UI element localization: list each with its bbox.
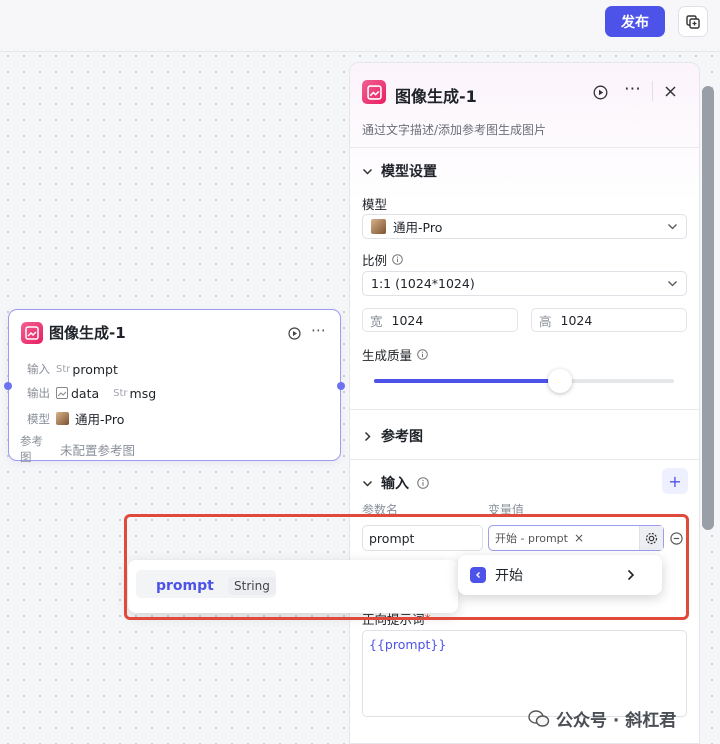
model-avatar-icon <box>371 219 386 234</box>
add-input-button[interactable]: + <box>662 468 688 494</box>
section-label: 输入 <box>381 476 409 492</box>
watermark-text: 公众号 · 斜杠君 <box>556 711 677 731</box>
more-icon[interactable]: ⋯ <box>311 321 326 339</box>
source-node-label: 开始 <box>495 568 523 584</box>
chevron-down-icon <box>362 168 373 175</box>
top-toolbar: 发布 <box>0 0 720 52</box>
model-select[interactable]: 通用-Pro <box>362 214 687 239</box>
section-label: 参考图 <box>381 429 423 445</box>
section-label: 模型设置 <box>381 164 437 180</box>
input-value: prompt <box>72 361 118 377</box>
output-label: 输出 <box>27 386 50 400</box>
slider-thumb[interactable] <box>548 369 572 393</box>
model-label: 模型 <box>27 411 50 426</box>
clear-icon[interactable]: × <box>574 531 584 545</box>
str-type-tag: Str <box>56 363 71 375</box>
image-type-icon <box>56 387 68 399</box>
input-section[interactable]: 输入 <box>362 473 429 493</box>
var-settings-button[interactable] <box>639 526 663 550</box>
model-select-value: 通用-Pro <box>393 220 443 235</box>
output-data: data <box>71 385 100 401</box>
var-value-input[interactable]: 开始 - prompt × <box>488 525 664 551</box>
image-gen-icon <box>21 322 43 344</box>
node-output-row: 输出 data Str msg <box>20 385 156 401</box>
var-ref-tag: 开始 - prompt <box>495 532 568 545</box>
model-value: 通用-Pro <box>75 412 125 427</box>
variable-type-badge: String <box>228 577 276 595</box>
model-field-label: 模型 <box>362 197 388 212</box>
source-node-option[interactable]: 开始 <box>458 555 662 595</box>
input-handle[interactable] <box>4 382 12 390</box>
model-settings-section[interactable]: 模型设置 <box>362 161 437 181</box>
ref-value: 未配置参考图 <box>60 442 136 458</box>
output-handle[interactable] <box>337 382 345 390</box>
height-label: 高 <box>539 313 552 329</box>
close-icon[interactable] <box>665 86 676 97</box>
str-type-tag: Str <box>113 387 128 399</box>
node-config-panel: 图像生成-1 ⋯ 通过文字描述/添加参考图生成图片 模型设置 模型 通用-Pro… <box>349 62 700 744</box>
panel-scrollbar[interactable] <box>702 86 714 530</box>
width-value: 1024 <box>391 312 424 328</box>
chevron-right-icon <box>627 569 635 581</box>
ratio-select[interactable]: 1:1 (1024*1024) <box>362 271 687 296</box>
run-icon[interactable] <box>593 85 608 100</box>
param-name-input[interactable]: prompt <box>362 525 483 551</box>
divider <box>350 459 699 460</box>
info-icon[interactable] <box>392 254 403 265</box>
model-avatar-icon <box>56 412 69 425</box>
publish-button[interactable]: 发布 <box>605 6 665 37</box>
chevron-down-icon <box>362 480 373 487</box>
var-value-header: 变量值 <box>488 503 525 517</box>
width-label: 宽 <box>370 313 383 329</box>
output-msg: msg <box>129 385 157 401</box>
height-value: 1024 <box>560 312 593 328</box>
variable-name: prompt <box>156 578 214 594</box>
node-input-row: 输入 Str prompt <box>20 361 118 377</box>
prompt-textarea[interactable]: {{prompt}} <box>362 630 687 717</box>
ratio-select-value: 1:1 (1024*1024) <box>371 276 475 291</box>
reference-section[interactable]: 参考图 <box>362 426 423 446</box>
info-icon[interactable] <box>417 477 429 489</box>
input-label: 输入 <box>27 362 50 376</box>
node-ref-row: 参考图 未配置参考图 <box>20 433 135 465</box>
image-gen-node[interactable]: 图像生成-1 ⋯ 输入 Str prompt 输出 data Str msg 模… <box>4 309 345 464</box>
width-field[interactable]: 宽 1024 <box>362 308 518 332</box>
divider <box>350 147 699 148</box>
gear-icon <box>645 532 658 544</box>
header-divider <box>652 81 653 101</box>
chevron-down-icon <box>668 224 677 230</box>
divider <box>350 409 699 410</box>
info-icon[interactable] <box>417 349 428 360</box>
quality-slider[interactable] <box>374 369 674 393</box>
ref-label: 参考图 <box>20 434 43 464</box>
panel-title: 图像生成-1 <box>395 87 477 106</box>
copy-icon <box>686 14 700 29</box>
start-node-icon <box>470 567 486 583</box>
image-gen-icon <box>362 80 386 104</box>
watermark: 公众号 · 斜杠君 <box>528 706 676 731</box>
param-name-header: 参数名 <box>362 503 399 517</box>
run-icon[interactable] <box>288 327 301 340</box>
slider-fill <box>374 379 560 383</box>
more-icon[interactable]: ⋯ <box>624 79 641 99</box>
duplicate-button[interactable] <box>678 6 708 37</box>
quality-field-label: 生成质量 <box>362 345 428 364</box>
panel-description: 通过文字描述/添加参考图生成图片 <box>362 123 547 137</box>
height-field[interactable]: 高 1024 <box>531 308 687 332</box>
remove-row-icon[interactable] <box>670 532 683 545</box>
wechat-icon <box>528 709 550 727</box>
node-model-row: 模型 通用-Pro <box>20 409 124 428</box>
chevron-right-icon <box>364 431 371 441</box>
variable-dropdown: prompt String <box>128 560 458 613</box>
ratio-field-label: 比例 <box>362 250 403 269</box>
chevron-down-icon <box>668 281 677 287</box>
node-title: 图像生成-1 <box>49 324 126 342</box>
